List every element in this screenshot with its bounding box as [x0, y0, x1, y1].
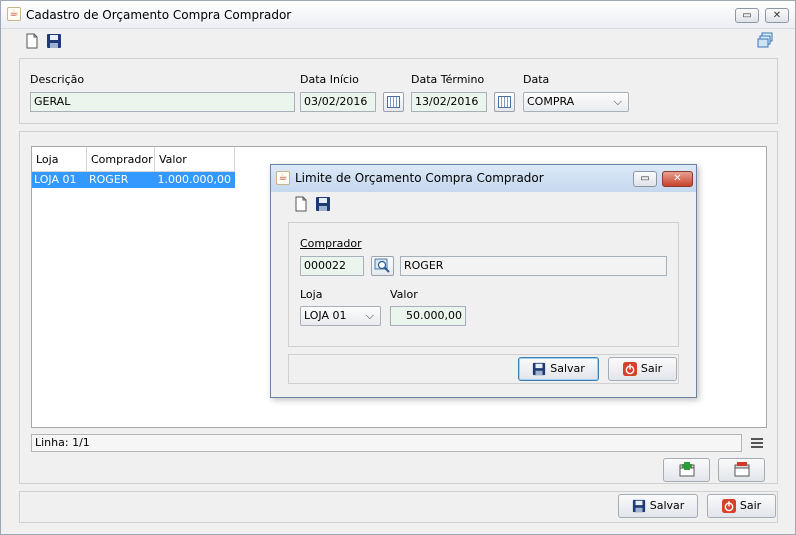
exit-button[interactable]: Sair: [707, 494, 776, 518]
comprador-name-field: ROGER: [400, 256, 667, 276]
table-row[interactable]: LOJA 01 ROGER 1.000.000,00: [32, 172, 235, 188]
save-disk-icon[interactable]: [315, 196, 331, 212]
data-termino-field[interactable]: 13/02/2016: [411, 92, 487, 112]
close-icon: ✕: [673, 173, 682, 184]
dialog-title: Limite de Orçamento Compra Comprador: [295, 171, 544, 185]
data-termino-calendar-button[interactable]: [494, 92, 515, 112]
new-document-icon[interactable]: [24, 33, 40, 49]
save-disk-icon: [632, 499, 645, 513]
save-disk-icon: [533, 362, 546, 376]
data-inicio-field[interactable]: 03/02/2016: [300, 92, 376, 112]
menu-lines-icon[interactable]: [749, 435, 765, 451]
data-termino-label: Data Término: [411, 73, 485, 86]
valor-field[interactable]: 50.000,00: [390, 306, 466, 326]
restore-icon: ▭: [742, 10, 752, 21]
data-select-value: COMPRA: [527, 95, 575, 108]
new-document-icon[interactable]: [293, 196, 309, 212]
chevron-down-icon: ⌵: [613, 95, 622, 108]
dialog-restore-button[interactable]: ▭: [633, 171, 657, 187]
loja-select[interactable]: LOJA 01 ⌵: [300, 306, 381, 326]
limite-dialog: ☕ Limite de Orçamento Compra Comprador ▭…: [270, 164, 697, 398]
chevron-down-icon: ⌵: [365, 309, 374, 322]
data-label: Data: [523, 73, 550, 86]
restore-icon: ▭: [640, 173, 650, 184]
row-counter: Linha: 1/1: [35, 436, 90, 449]
search-icon: [374, 258, 390, 273]
dialog-exit-button[interactable]: Sair: [608, 357, 677, 381]
save-button-label: Salvar: [649, 499, 685, 512]
comprador-label[interactable]: Comprador: [300, 237, 362, 250]
data-inicio-calendar-button[interactable]: [383, 92, 404, 112]
remove-row-button[interactable]: [718, 458, 765, 482]
dialog-save-button[interactable]: Salvar: [518, 357, 599, 381]
column-header-valor[interactable]: Valor: [155, 147, 235, 172]
restore-button[interactable]: ▭: [735, 8, 759, 23]
dialog-exit-label: Sair: [640, 362, 663, 375]
title-bar: ☕ Cadastro de Orçamento Compra Comprador…: [1, 1, 795, 29]
java-app-icon: ☕: [7, 7, 21, 21]
status-bar: Linha: 1/1: [31, 434, 742, 452]
loja-select-value: LOJA 01: [304, 309, 347, 322]
close-button[interactable]: ✕: [765, 8, 789, 23]
loja-label: Loja: [300, 288, 323, 301]
data-inicio-label: Data Início: [300, 73, 359, 86]
add-row-icon: [679, 462, 694, 477]
column-header-comprador[interactable]: Comprador: [87, 147, 155, 172]
add-row-button[interactable]: [663, 458, 710, 482]
close-icon: ✕: [772, 10, 782, 21]
data-select[interactable]: COMPRA ⌵: [523, 92, 629, 112]
valor-label: Valor: [390, 288, 418, 301]
filter-panel: [19, 58, 778, 124]
cell-loja: LOJA 01: [34, 173, 77, 186]
exit-button-label: Sair: [739, 499, 762, 512]
dialog-title-bar: ☕ Limite de Orçamento Compra Comprador ▭…: [271, 165, 696, 192]
dialog-save-label: Salvar: [550, 362, 585, 375]
remove-row-icon: [734, 462, 749, 477]
power-exit-icon: [622, 362, 637, 376]
cascade-windows-icon[interactable]: [757, 32, 773, 48]
comprador-search-button[interactable]: [371, 256, 394, 276]
dialog-close-button[interactable]: ✕: [662, 171, 693, 187]
save-button[interactable]: Salvar: [618, 494, 698, 518]
column-header-loja[interactable]: Loja: [32, 147, 87, 172]
cell-comprador: ROGER: [89, 173, 129, 186]
cell-valor: 1.000.000,00: [157, 173, 231, 186]
power-exit-icon: [721, 499, 736, 513]
descricao-label: Descrição: [30, 73, 85, 86]
save-disk-icon[interactable]: [46, 33, 62, 49]
main-window: ☕ Cadastro de Orçamento Compra Comprador…: [0, 0, 796, 535]
java-app-icon: ☕: [276, 171, 290, 185]
calendar-icon: [498, 96, 511, 108]
window-title: Cadastro de Orçamento Compra Comprador: [26, 8, 292, 22]
descricao-field[interactable]: GERAL: [30, 92, 295, 112]
comprador-code-field[interactable]: 000022: [300, 256, 364, 276]
calendar-icon: [387, 96, 400, 108]
